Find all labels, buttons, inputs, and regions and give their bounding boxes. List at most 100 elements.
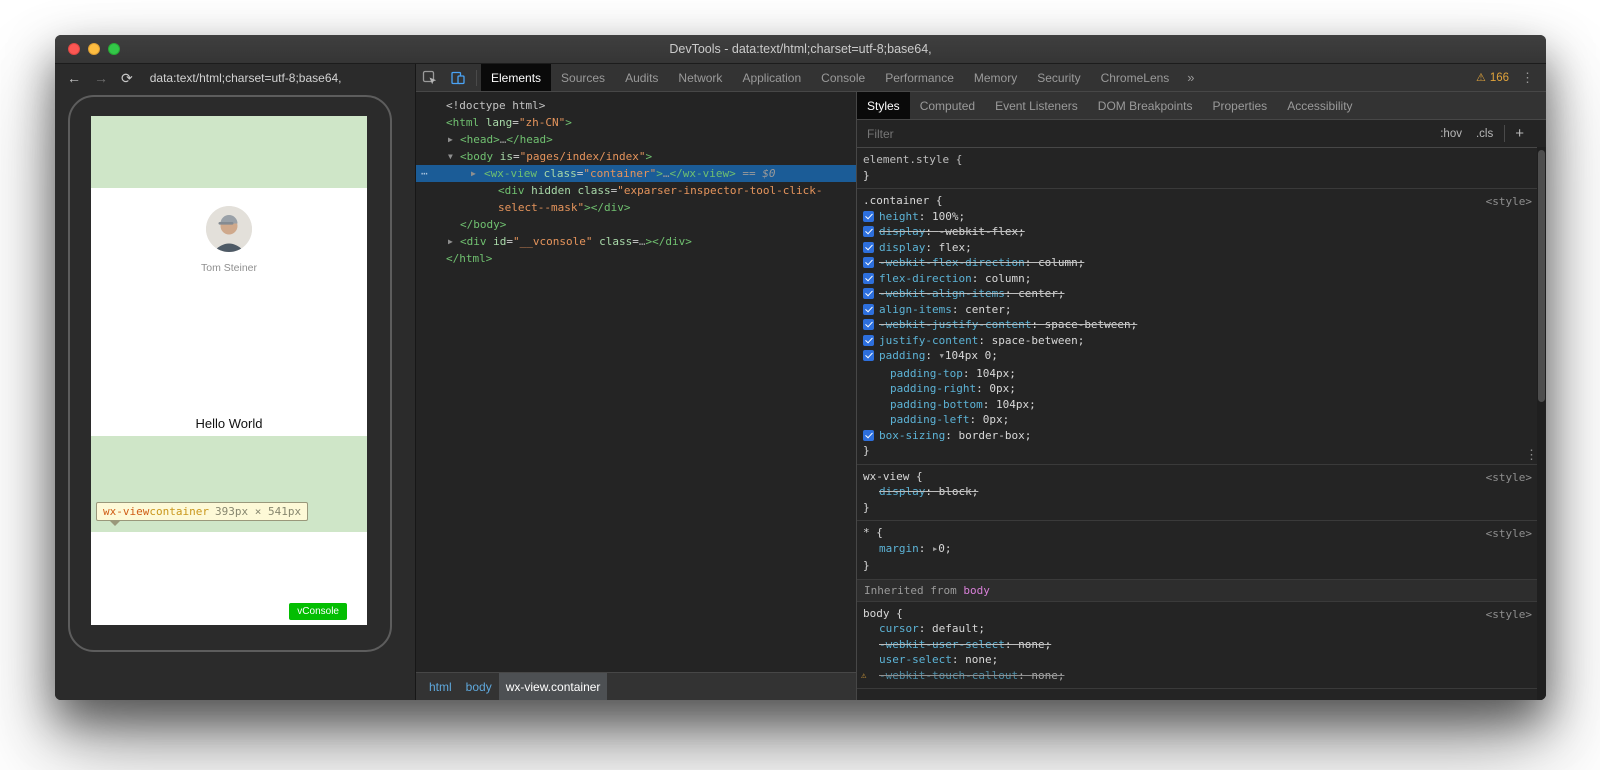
styles-scrollbar-thumb[interactable]	[1538, 150, 1545, 402]
css-property-padding-right[interactable]: padding-right: 0px;	[857, 381, 1546, 397]
property-checkbox[interactable]	[863, 304, 874, 315]
property-checkbox[interactable]	[863, 226, 874, 237]
tab-properties[interactable]: Properties	[1202, 92, 1277, 119]
tab-styles[interactable]: Styles	[857, 92, 910, 119]
rule-selector[interactable]: .container	[863, 194, 929, 207]
tree-node-body-open[interactable]: ▼<body is="pages/index/index">	[416, 148, 856, 165]
property-checkbox[interactable]	[863, 430, 874, 441]
gutter-dots-icon[interactable]: ⋯	[421, 165, 429, 182]
tab-memory[interactable]: Memory	[964, 64, 1027, 91]
tree-node-body-close[interactable]: </body>	[416, 216, 856, 233]
tab-audits[interactable]: Audits	[615, 64, 668, 91]
css-property-user-select[interactable]: user-select: none;	[857, 652, 1546, 668]
tab-computed[interactable]: Computed	[910, 92, 985, 119]
collapse-arrow-icon[interactable]: ▶	[933, 542, 937, 558]
css-property-box-sizing[interactable]: box-sizing: border-box;	[857, 428, 1546, 444]
tooltip-size: 393px × 541px	[215, 505, 301, 518]
tree-node-html-close[interactable]: </html>	[416, 250, 856, 267]
pseudo-state-toggle[interactable]: :hov	[1433, 128, 1469, 140]
element-classes-toggle[interactable]: .cls	[1469, 128, 1500, 140]
css-property-webkit-align-items[interactable]: -webkit-align-items: center;	[857, 286, 1546, 302]
property-checkbox[interactable]	[863, 242, 874, 253]
property-checkbox[interactable]	[863, 257, 874, 268]
back-icon[interactable]: ←	[67, 71, 81, 85]
tree-node-mask-div-wrap[interactable]: select--mask"></div>	[416, 199, 856, 216]
tab-accessibility[interactable]: Accessibility	[1277, 92, 1362, 119]
tree-node-html-open[interactable]: <html lang="zh-CN">	[416, 114, 856, 131]
style-source-link[interactable]: <style>	[1486, 607, 1532, 623]
forward-icon[interactable]: →	[94, 71, 108, 85]
tab-performance[interactable]: Performance	[875, 64, 964, 91]
tree-node-vconsole-div[interactable]: ▶<div id="__vconsole" class=…></div>	[416, 233, 856, 250]
css-property-padding[interactable]: padding: ▼104px 0;	[857, 348, 1546, 366]
reload-icon[interactable]: ⟳	[121, 71, 133, 85]
more-tabs-icon[interactable]: »	[1179, 70, 1202, 85]
property-checkbox[interactable]	[863, 273, 874, 284]
collapse-arrow-icon[interactable]: ▶	[471, 165, 476, 182]
style-source-link[interactable]: <style>	[1486, 470, 1532, 486]
tab-chromelens[interactable]: ChromeLens	[1091, 64, 1180, 91]
expand-arrow-icon[interactable]: ▼	[940, 349, 944, 365]
tree-node-head[interactable]: ▶<head>…</head>	[416, 131, 856, 148]
breadcrumb-item-body[interactable]: body	[459, 673, 499, 700]
inspect-element-icon[interactable]	[416, 64, 444, 91]
zoom-window-button[interactable]	[108, 43, 120, 55]
breadcrumb-item-wx-view[interactable]: wx-view.container	[499, 673, 608, 700]
css-property-webkit-user-select[interactable]: -webkit-user-select: none;	[857, 637, 1546, 653]
vconsole-button[interactable]: vConsole	[289, 603, 347, 620]
device-toolbar-icon[interactable]	[444, 64, 472, 91]
css-rule-wx-view: wx-view { <style> display: block; }	[857, 465, 1546, 522]
tab-event-listeners[interactable]: Event Listeners	[985, 92, 1088, 119]
url-bar[interactable]: data:text/html;charset=utf-8;base64,	[150, 71, 342, 85]
warning-count-badge[interactable]: ⚠ 166	[1476, 71, 1509, 84]
devtools-menu-icon[interactable]: ⋮	[1509, 70, 1546, 86]
tab-sources[interactable]: Sources	[551, 64, 615, 91]
tree-node-mask-div[interactable]: <div hidden class="exparser-inspector-to…	[416, 182, 856, 199]
styles-filter-input[interactable]	[865, 126, 1129, 142]
css-property-webkit-touch-callout[interactable]: ⚠-webkit-touch-callout: none;	[857, 668, 1546, 684]
css-property-webkit-flex-direction[interactable]: -webkit-flex-direction: column;	[857, 255, 1546, 271]
css-property-margin[interactable]: margin: ▶0;	[857, 541, 1546, 559]
rule-selector[interactable]: body	[863, 607, 890, 620]
tree-node-wx-view-selected[interactable]: ⋯▶<wx-view class="container">…</wx-view>…	[416, 165, 856, 182]
close-window-button[interactable]	[68, 43, 80, 55]
minimize-window-button[interactable]	[88, 43, 100, 55]
css-property-display-block[interactable]: display: block;	[857, 484, 1546, 500]
tab-security[interactable]: Security	[1027, 64, 1090, 91]
property-checkbox[interactable]	[863, 319, 874, 330]
css-property-display-webkit[interactable]: display: -webkit-flex;	[857, 224, 1546, 240]
warning-icon: ⚠	[1476, 71, 1486, 84]
style-source-link[interactable]: <style>	[1486, 526, 1532, 542]
tree-node-doctype[interactable]: <!doctype html>	[416, 97, 856, 114]
css-property-cursor[interactable]: cursor: default;	[857, 621, 1546, 637]
css-property-padding-top[interactable]: padding-top: 104px;	[857, 366, 1546, 382]
new-style-rule-icon[interactable]: +	[1504, 125, 1532, 142]
collapse-arrow-icon[interactable]: ▶	[448, 131, 453, 148]
inherited-node-link[interactable]: body	[963, 584, 990, 597]
property-checkbox[interactable]	[863, 350, 874, 361]
tab-application[interactable]: Application	[732, 64, 811, 91]
css-property-webkit-justify-content[interactable]: -webkit-justify-content: space-between;	[857, 317, 1546, 333]
tab-elements[interactable]: Elements	[481, 64, 551, 91]
css-property-padding-bottom[interactable]: padding-bottom: 104px;	[857, 397, 1546, 413]
tab-console[interactable]: Console	[811, 64, 875, 91]
css-property-padding-left[interactable]: padding-left: 0px;	[857, 412, 1546, 428]
css-property-justify-content[interactable]: justify-content: space-between;	[857, 333, 1546, 349]
css-property-flex-direction[interactable]: flex-direction: column;	[857, 271, 1546, 287]
rule-selector[interactable]: wx-view	[863, 470, 909, 483]
expand-arrow-icon[interactable]: ▼	[448, 148, 453, 165]
collapse-arrow-icon[interactable]: ▶	[448, 233, 453, 250]
breadcrumb-item-html[interactable]: html	[422, 673, 459, 700]
property-checkbox[interactable]	[863, 288, 874, 299]
style-source-link[interactable]: <style>	[1486, 194, 1532, 210]
css-property-align-items[interactable]: align-items: center;	[857, 302, 1546, 318]
tab-dom-breakpoints[interactable]: DOM Breakpoints	[1088, 92, 1203, 119]
css-property-display[interactable]: display: flex;	[857, 240, 1546, 256]
tab-network[interactable]: Network	[668, 64, 732, 91]
inspect-tooltip: wx-viewcontainer393px × 541px	[96, 502, 308, 521]
rule-selector[interactable]: *	[863, 526, 870, 539]
property-checkbox[interactable]	[863, 211, 874, 222]
property-checkbox[interactable]	[863, 335, 874, 346]
css-property-height[interactable]: height: 100%;	[857, 209, 1546, 225]
rule-selector[interactable]: element.style	[863, 153, 949, 166]
